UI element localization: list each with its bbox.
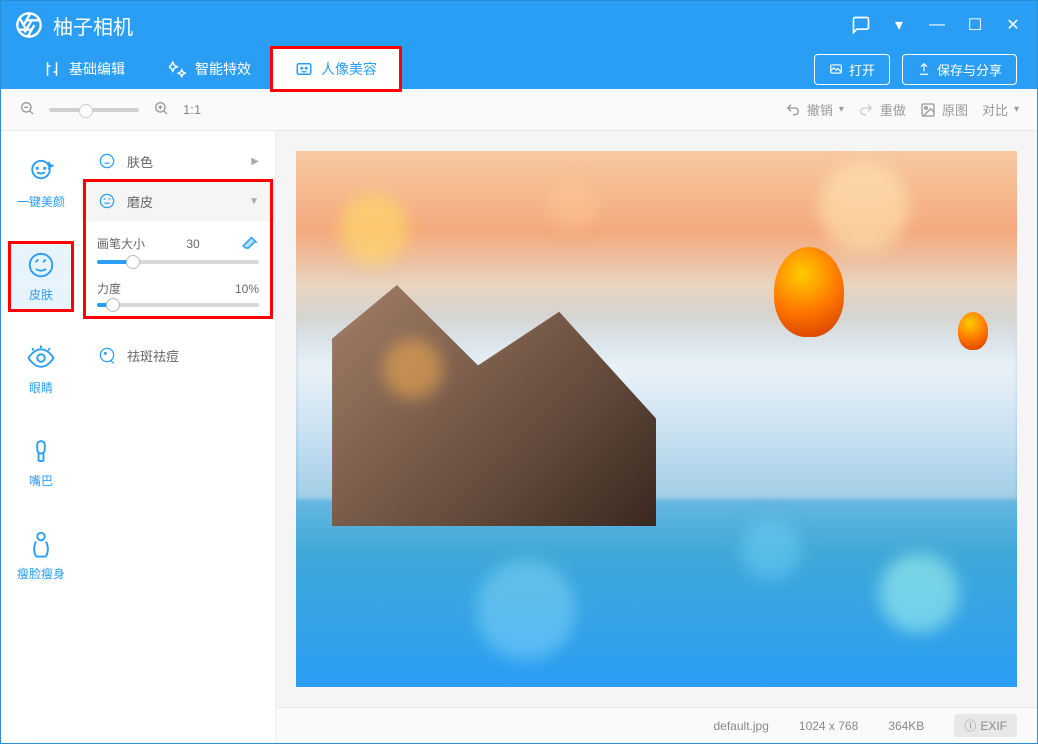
sidebar-item-slim[interactable]: 瘦脸瘦身 — [11, 523, 71, 588]
tab-label: 人像美容 — [321, 59, 377, 79]
tool-label: 撤销 — [807, 100, 833, 119]
compare-button[interactable]: 对比 ▾ — [982, 100, 1019, 119]
sidebar-label: 一键美颜 — [17, 193, 65, 210]
smooth-controls: 画笔大小 30 力度 10% — [81, 221, 275, 335]
tab-label: 基础编辑 — [69, 59, 125, 79]
tab-label: 智能特效 — [195, 59, 251, 79]
exif-button[interactable]: ⓘ EXIF — [954, 714, 1017, 737]
zoom-slider[interactable] — [49, 108, 139, 112]
titlebar: 柚子相机 ▾ — ☐ ✕ — [1, 1, 1037, 49]
sidebar-label: 皮肤 — [29, 286, 53, 303]
app-logo: 柚子相机 — [15, 11, 133, 40]
button-label: 保存与分享 — [937, 60, 1002, 79]
left-sidebar: 一键美颜 皮肤 眼睛 嘴巴 瘦脸瘦身 — [1, 131, 81, 743]
brush-size-label: 画笔大小 — [97, 235, 145, 252]
sidebar-item-mouth[interactable]: 嘴巴 — [11, 430, 71, 495]
menubar: 基础编辑 智能特效 人像美容 打开 保存与分享 — [1, 49, 1037, 89]
tab-smart-effects[interactable]: 智能特效 — [147, 49, 273, 89]
app-window: 柚子相机 ▾ — ☐ ✕ 基础编辑 智能特效 人像美容 打开 — [0, 0, 1038, 744]
content-area: 一键美颜 皮肤 眼睛 嘴巴 瘦脸瘦身 肤色 — [1, 131, 1037, 743]
panel-item-skin-color[interactable]: 肤色 ▶ — [81, 141, 275, 181]
dimensions: 1024 x 768 — [799, 719, 858, 733]
sidebar-label: 眼睛 — [29, 379, 53, 396]
panel-label: 祛斑祛痘 — [127, 346, 179, 365]
app-title: 柚子相机 — [53, 11, 133, 40]
filesize: 364KB — [888, 719, 924, 733]
panel-label: 肤色 — [127, 152, 153, 171]
tool-label: 原图 — [942, 100, 968, 119]
panel-label: 磨皮 — [127, 192, 153, 211]
pin-icon[interactable]: ▾ — [889, 15, 909, 35]
tool-label: 重做 — [880, 100, 906, 119]
filename: default.jpg — [714, 719, 769, 733]
minimize-button[interactable]: — — [927, 15, 947, 35]
open-button[interactable]: 打开 — [814, 54, 890, 85]
zoom-out-icon[interactable] — [19, 100, 35, 119]
edited-image — [296, 151, 1017, 687]
options-panel: 肤色 ▶ 磨皮 ▼ 画笔大小 30 力度 — [81, 131, 276, 743]
strength-slider[interactable] — [97, 303, 259, 307]
sidebar-label: 嘴巴 — [29, 472, 53, 489]
redo-button[interactable]: 重做 — [858, 100, 906, 119]
zoom-in-icon[interactable] — [153, 100, 169, 119]
brush-size-slider[interactable] — [97, 260, 259, 264]
statusbar: default.jpg 1024 x 768 364KB ⓘ EXIF — [276, 707, 1037, 743]
sidebar-item-auto-beauty[interactable]: 一键美颜 — [11, 151, 71, 216]
tab-basic-edit[interactable]: 基础编辑 — [21, 49, 147, 89]
brush-size-value: 30 — [186, 237, 199, 251]
sidebar-label: 瘦脸瘦身 — [17, 565, 65, 582]
tab-portrait-beauty[interactable]: 人像美容 — [273, 49, 399, 89]
panel-item-blemish[interactable]: 祛斑祛痘 — [81, 335, 275, 375]
panel-item-smooth[interactable]: 磨皮 ▼ — [81, 181, 275, 221]
zoom-ratio[interactable]: 1:1 — [183, 102, 201, 117]
chevron-right-icon: ▶ — [251, 156, 259, 167]
chevron-down-icon: ▼ — [249, 196, 259, 207]
save-share-button[interactable]: 保存与分享 — [902, 54, 1017, 85]
original-button[interactable]: 原图 — [920, 100, 968, 119]
feedback-icon[interactable] — [851, 15, 871, 35]
tool-label: 对比 — [982, 100, 1008, 119]
canvas-area: default.jpg 1024 x 768 364KB ⓘ EXIF — [276, 131, 1037, 743]
eraser-icon[interactable] — [241, 233, 259, 254]
aperture-icon — [15, 11, 43, 39]
maximize-button[interactable]: ☐ — [965, 15, 985, 35]
strength-value: 10% — [235, 282, 259, 296]
canvas-toolbar: 1:1 撤销 ▾ 重做 原图 对比 ▾ — [1, 89, 1037, 131]
strength-label: 力度 — [97, 280, 121, 297]
close-button[interactable]: ✕ — [1003, 15, 1023, 35]
sidebar-item-eyes[interactable]: 眼睛 — [11, 337, 71, 402]
undo-button[interactable]: 撤销 ▾ — [785, 100, 844, 119]
button-label: 打开 — [849, 60, 875, 79]
image-canvas[interactable] — [296, 151, 1017, 687]
sidebar-item-skin[interactable]: 皮肤 — [11, 244, 71, 309]
